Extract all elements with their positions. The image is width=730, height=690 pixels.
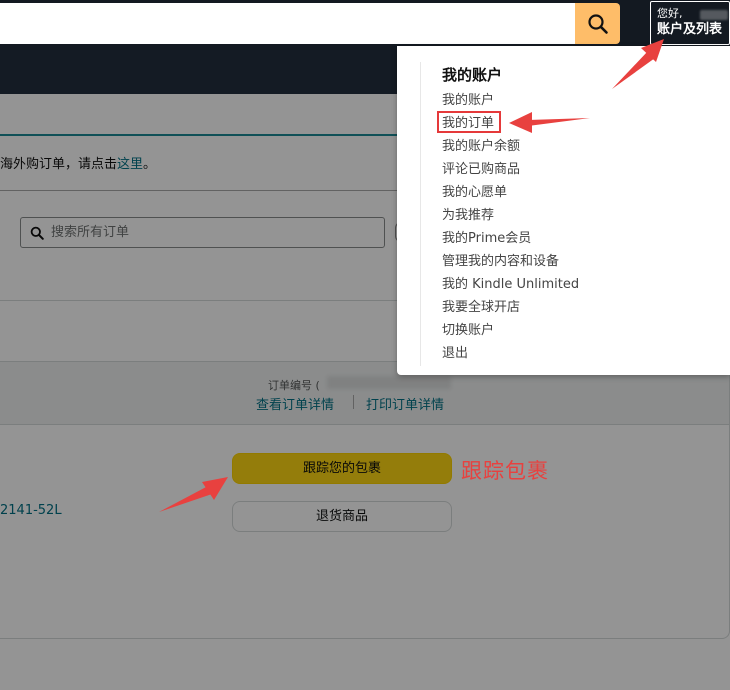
account-lists-label: 账户及列表 bbox=[657, 22, 723, 37]
flyout-item-recommendations[interactable]: 为我推荐 bbox=[442, 208, 494, 224]
flyout-item-account-balance[interactable]: 我的账户余额 bbox=[442, 139, 520, 155]
flyout-item-switch-account[interactable]: 切换账户 bbox=[442, 323, 494, 339]
flyout-title: 我的账户 bbox=[442, 66, 503, 84]
flyout-item-my-account[interactable]: 我的账户 bbox=[442, 93, 494, 109]
flyout-item-sign-out[interactable]: 退出 bbox=[442, 346, 468, 362]
track-package-annotation: 跟踪包裹 bbox=[461, 459, 549, 483]
screenshot-stage: 您好, 账户及列表 海外购订单，请点击这里。 搜索所有订单 订单编号 ( 查看订… bbox=[0, 0, 730, 690]
flyout-item-prime[interactable]: 我的Prime会员 bbox=[442, 231, 531, 247]
top-nav-bar: 您好, 账户及列表 bbox=[0, 0, 730, 50]
flyout-item-global-selling[interactable]: 我要全球开店 bbox=[442, 300, 520, 316]
my-orders-highlight-box bbox=[437, 111, 501, 133]
site-search-input[interactable] bbox=[0, 3, 576, 44]
flyout-item-content-devices[interactable]: 管理我的内容和设备 bbox=[442, 254, 559, 270]
site-search-button[interactable] bbox=[575, 3, 620, 44]
flyout-item-review-purchases[interactable]: 评论已购商品 bbox=[442, 162, 520, 178]
flyout-divider bbox=[420, 62, 421, 366]
flyout-item-kindle-unlimited[interactable]: 我的 Kindle Unlimited bbox=[442, 277, 579, 293]
account-lists-button[interactable]: 您好, 账户及列表 bbox=[650, 1, 730, 45]
blurred-user-name bbox=[700, 10, 728, 20]
flyout-item-wish-list[interactable]: 我的心愿单 bbox=[442, 185, 507, 201]
search-icon bbox=[587, 13, 608, 34]
